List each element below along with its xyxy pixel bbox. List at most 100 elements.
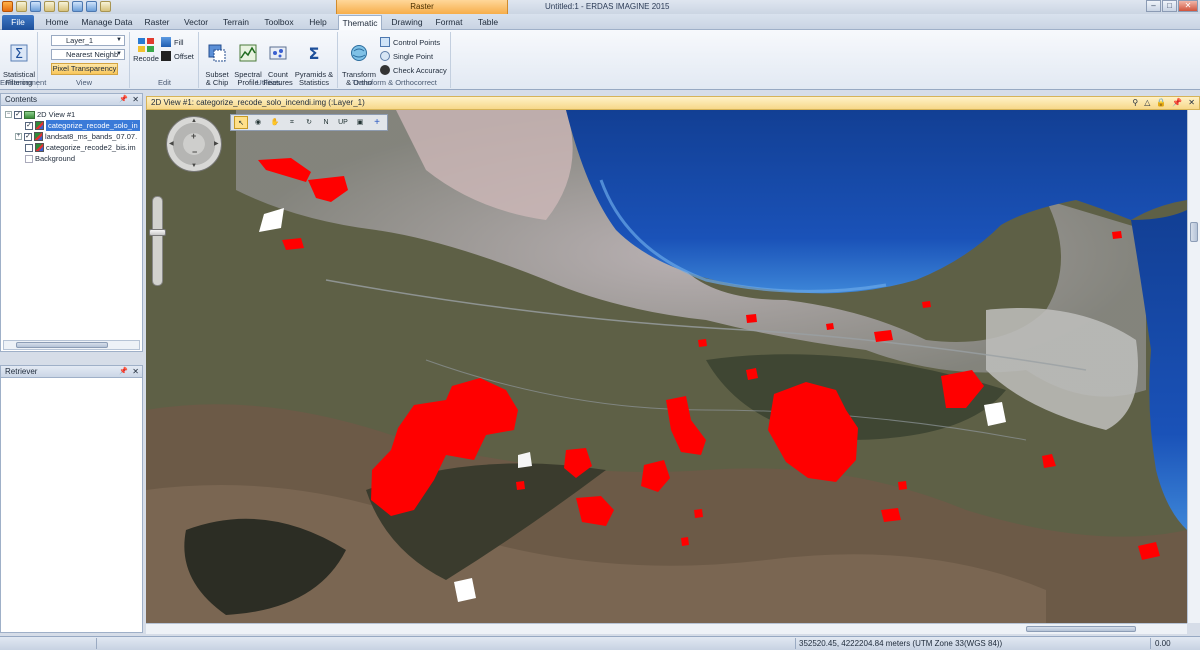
tree-item-label: categorize_recode2_bis.im [46,143,136,152]
open-folder-icon[interactable] [16,1,27,12]
fill-button[interactable]: Fill [161,36,184,48]
retriever-panel-header: Retriever 📌 ✕ [0,365,143,378]
tab-manage-data[interactable]: Manage Data [80,15,134,30]
fit-to-frame-icon[interactable]: ▣ [353,116,367,129]
retriever-body [0,378,143,633]
status-separator [1150,638,1151,649]
check-accuracy-icon [380,65,390,75]
app-menu-icon[interactable] [2,1,13,12]
contents-hscrollbar[interactable] [3,340,140,350]
tab-terrain[interactable]: Terrain [218,15,254,30]
select-tool-icon[interactable]: ↖ [234,116,248,129]
context-tab-group-raster: Raster [336,0,508,14]
warning-icon[interactable]: △ [1144,97,1150,109]
tree-item-checkbox[interactable] [25,143,33,152]
crosshair-icon[interactable]: + [370,116,384,129]
navigation-wheel[interactable]: + − ▲ ▼ ◀ ▶ [166,116,222,172]
single-point-icon [380,51,390,61]
fill-label: Fill [174,37,184,47]
scrollbar-thumb[interactable] [16,342,108,348]
tab-format[interactable]: Format [432,15,466,30]
check-accuracy-button[interactable]: Check Accuracy [380,64,447,76]
zoom-in-icon[interactable]: + [191,131,196,141]
recode-icon [138,38,154,52]
link-icon[interactable]: ⚲ [1132,97,1138,109]
pan-up-icon[interactable]: ▲ [191,118,197,124]
close-icon[interactable]: ✕ [1188,97,1195,109]
inquire-icon[interactable]: ◉ [251,116,265,129]
view-title: 2D View #1: categorize_recode_solo_incen… [151,98,365,107]
pan-right-icon[interactable]: ▶ [214,140,219,147]
tab-home[interactable]: Home [40,15,74,30]
raster-layer-icon [34,132,43,141]
group-transform-orthocorrect: Transform & Ortho Control Points Single … [339,32,451,88]
print-icon[interactable] [44,1,55,12]
tab-thematic[interactable]: Thematic [338,15,382,31]
recode-button[interactable]: Recode [132,36,160,63]
offset-label: Offset [174,51,194,61]
select-tool-icon[interactable] [58,1,69,12]
tree-item-landsat8[interactable]: + ✓ landsat8_ms_bands_07.07. [15,131,137,142]
pixel-transparency-toggle[interactable]: Pixel Transparency [51,63,118,75]
rotate-icon[interactable]: ↻ [302,116,316,129]
pan-hand-icon[interactable]: ✋ [268,116,282,129]
tab-vector[interactable]: Vector [180,15,212,30]
zoom-out-icon[interactable]: − [192,147,197,157]
offset-button[interactable]: Offset [161,50,194,62]
view-vertical-scrollbar[interactable] [1187,110,1200,623]
title-bar: Raster Untitled:1 - ERDAS IMAGINE 2015 –… [0,0,1200,14]
pin-icon[interactable]: 📌 [119,94,128,105]
tab-table[interactable]: Table [472,15,504,30]
maximize-button[interactable]: □ [1162,0,1177,12]
tree-item-categorize-recode-solo[interactable]: ✓ categorize_recode_solo_in [25,120,140,131]
scrollbar-thumb[interactable] [1026,626,1136,632]
zoom-in-icon[interactable] [72,1,83,12]
map-view-canvas[interactable]: + − ▲ ▼ ◀ ▶ ↖ ◉ ✋ ⌗ ↻ N UP ▣ + [146,110,1187,623]
tab-raster[interactable]: Raster [140,15,174,30]
zoom-slider-knob[interactable] [149,229,166,236]
tree-item-checkbox[interactable]: ✓ [25,121,33,130]
view-horizontal-scrollbar[interactable] [146,623,1187,634]
layer-combo[interactable]: Layer_1 ▼ [51,35,125,46]
zoom-slider[interactable] [149,196,166,286]
tree-item-checkbox[interactable]: ✓ [14,110,22,119]
pan-left-icon[interactable]: ◀ [169,140,174,147]
resample-combo[interactable]: Nearest Neighb ▼ [51,49,125,60]
pin-icon[interactable]: 📌 [1172,97,1182,109]
pan-down-icon[interactable]: ▼ [191,163,197,169]
close-button[interactable]: ✕ [1178,0,1198,12]
scrollbar-thumb[interactable] [1190,222,1198,242]
control-points-button[interactable]: Control Points [380,36,440,48]
pin-icon[interactable]: 📌 [119,366,128,377]
tree-item-label: landsat8_ms_bands_07.07. [45,132,138,141]
satellite-image[interactable] [146,110,1187,623]
svg-text:Σ: Σ [309,44,320,62]
group-view: Layer_1 ▼ Nearest Neighb ▼ Pixel Transpare… [39,32,130,88]
control-points-label: Control Points [393,37,441,47]
zoom-out-icon[interactable] [86,1,97,12]
close-icon[interactable]: ✕ [132,94,139,105]
tree-item-categorize-recode2[interactable]: categorize_recode2_bis.im [25,142,136,153]
north-up-icon[interactable]: N [319,116,333,129]
zoom-box-icon[interactable]: ⌗ [285,116,299,129]
lock-icon[interactable]: 🔒 [1156,97,1166,109]
tab-toolbox[interactable]: Toolbox [260,15,298,30]
offset-icon [161,51,171,61]
tree-item-background[interactable]: Background [25,153,75,164]
single-point-button[interactable]: Single Point [380,50,433,62]
tab-help[interactable]: Help [304,15,332,30]
expand-icon[interactable]: + [15,133,22,140]
save-icon[interactable] [30,1,41,12]
tree-item-2d-view[interactable]: − ✓ 2D View #1 [5,109,75,120]
quick-access-toolbar [2,1,111,12]
subset-icon [208,44,226,62]
tree-item-checkbox[interactable]: ✓ [24,132,32,141]
tab-drawing[interactable]: Drawing [388,15,426,30]
status-coordinates: 352520.45, 4222204.84 meters (UTM Zone 3… [799,639,1003,648]
tab-file[interactable]: File [2,15,34,30]
minimize-button[interactable]: – [1146,0,1161,12]
pan-icon[interactable] [100,1,111,12]
collapse-icon[interactable]: − [5,111,12,118]
close-icon[interactable]: ✕ [132,366,139,377]
up-icon[interactable]: UP [336,116,350,129]
